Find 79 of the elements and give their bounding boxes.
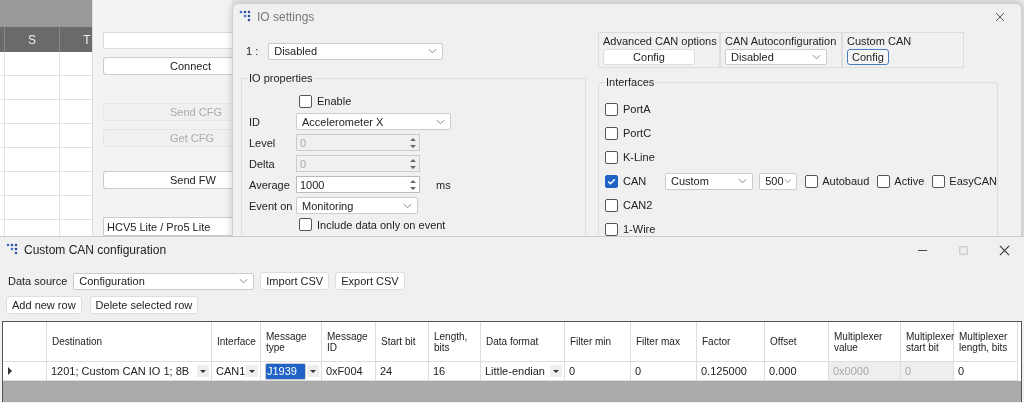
- spin-field[interactable]: 1000: [296, 176, 420, 193]
- checkbox[interactable]: [605, 102, 618, 116]
- checkbox-label: PortC: [623, 127, 653, 139]
- checkbox-label: 1-Wire: [623, 223, 657, 235]
- checkbox-label: CAN2: [623, 199, 654, 211]
- checkbox-label: Enable: [317, 95, 352, 107]
- data-source-select[interactable]: Configuration: [73, 272, 255, 290]
- field-label: Delta: [249, 157, 276, 170]
- checkbox-label: Include data only on event: [317, 218, 446, 231]
- checkbox-label: Active: [894, 175, 925, 187]
- chevron-down-icon: [738, 178, 748, 184]
- app-logo-icon: [6, 243, 20, 257]
- dropdown-field[interactable]: 500: [759, 172, 798, 190]
- chevron-down-icon: [812, 54, 821, 60]
- device-select[interactable]: HCV5 Lite / Pro5 Lite: [103, 217, 232, 236]
- dropdown-field[interactable]: Monitoring: [296, 197, 418, 214]
- chevron-down-icon: [783, 178, 792, 184]
- dropdown-field[interactable]: Accelerometer X: [296, 113, 451, 130]
- field-label: Event on: [249, 199, 294, 212]
- table-cell[interactable]: 0: [954, 362, 1018, 381]
- checkbox[interactable]: [605, 222, 618, 236]
- checkbox[interactable]: [605, 174, 618, 188]
- csv-button[interactable]: Export CSV: [335, 272, 405, 290]
- group-title: IO properties: [248, 72, 314, 84]
- checkbox-label: CAN: [623, 175, 648, 187]
- config-button[interactable]: Config: [847, 49, 889, 65]
- row-button[interactable]: Delete selected row: [89, 296, 199, 314]
- checkbox[interactable]: [299, 94, 312, 108]
- config-button[interactable]: Config: [603, 49, 695, 65]
- action-button[interactable]: Send FW: [103, 171, 232, 189]
- spin-arrows-icon[interactable]: [409, 177, 417, 192]
- checkbox-label: EasyCAN: [949, 175, 997, 187]
- row-button[interactable]: Add new row: [6, 296, 82, 314]
- table-cell[interactable]: 0.125000: [697, 362, 765, 381]
- csv-button[interactable]: Import CSV: [260, 272, 330, 290]
- chevron-down-icon: [239, 278, 249, 284]
- window-title: Custom CAN configuration: [24, 243, 167, 257]
- checkbox[interactable]: [299, 218, 312, 231]
- group-title: Advanced CAN options: [603, 35, 715, 47]
- checkbox-label: PortA: [623, 103, 652, 115]
- field-label: Level: [249, 136, 277, 149]
- app-logo-icon: [239, 10, 253, 24]
- checkbox[interactable]: [605, 150, 618, 164]
- checkbox[interactable]: [877, 174, 891, 188]
- field-label: Data source: [8, 275, 68, 287]
- chevron-down-icon: [428, 48, 438, 54]
- group-title: Interfaces: [605, 76, 656, 88]
- table-cell[interactable]: Little-endian: [481, 362, 565, 381]
- column-header: S: [5, 27, 60, 52]
- table-cell[interactable]: 24: [376, 362, 429, 381]
- table-cell[interactable]: 16: [429, 362, 481, 381]
- group-title: Custom CAN: [847, 35, 913, 47]
- close-icon[interactable]: [999, 244, 1010, 256]
- io-mode-select[interactable]: Disabled: [268, 42, 444, 60]
- checkbox[interactable]: [605, 198, 618, 212]
- chevron-down-icon: [403, 202, 412, 209]
- close-icon[interactable]: [995, 12, 1005, 22]
- unit-label: ms: [436, 178, 451, 191]
- field-label: ID: [249, 115, 261, 128]
- checkbox[interactable]: [932, 174, 946, 188]
- group-title: CAN Autoconfiguration: [725, 35, 837, 47]
- dropdown-field[interactable]: Disabled: [725, 49, 827, 65]
- checkbox[interactable]: [805, 174, 819, 188]
- window-title: IO settings: [257, 10, 315, 24]
- io-number-label: 1 :: [246, 45, 259, 57]
- table-cell[interactable]: 0: [631, 362, 697, 381]
- row-pointer-icon: [7, 367, 13, 375]
- table-cell[interactable]: 0xF004: [322, 362, 376, 381]
- field-label: Average: [249, 178, 291, 191]
- checkbox[interactable]: [605, 126, 618, 140]
- action-button[interactable]: Connect: [103, 57, 232, 75]
- text-field[interactable]: [103, 32, 232, 49]
- table-cell[interactable]: 0: [565, 362, 631, 381]
- dropdown-field[interactable]: Custom: [665, 172, 754, 190]
- checkbox-label: Autobaud: [822, 175, 870, 187]
- table-cell[interactable]: 1201; Custom CAN IO 1; 8B: [47, 362, 212, 381]
- checkbox-label: K-Line: [623, 151, 656, 163]
- table-cell[interactable]: CAN1: [212, 362, 261, 381]
- chevron-down-icon: [436, 118, 445, 125]
